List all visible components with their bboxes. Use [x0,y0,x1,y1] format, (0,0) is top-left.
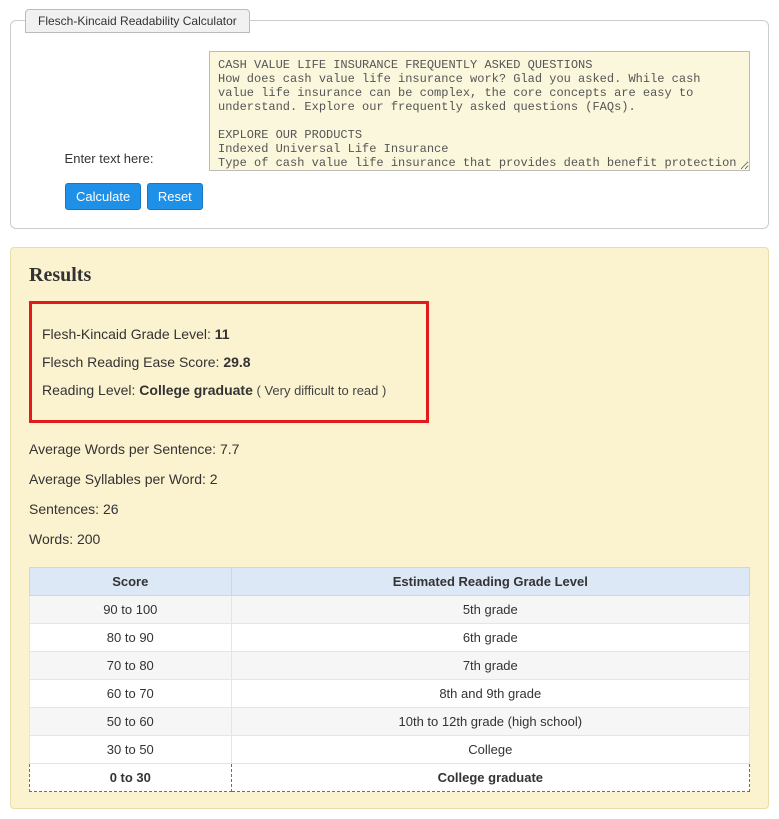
grade-level-value: 11 [215,326,230,342]
text-input[interactable]: CASH VALUE LIFE INSURANCE FREQUENTLY ASK… [209,51,750,171]
score-cell: 0 to 30 [30,764,232,792]
score-cell: 90 to 100 [30,596,232,624]
grade-cell: College graduate [231,764,749,792]
grade-cell: 7th grade [231,652,749,680]
grade-level-line: Flesh-Kincaid Grade Level: 11 [42,326,416,342]
avg-words-line: Average Words per Sentence: 7.7 [29,441,750,457]
score-cell: 60 to 70 [30,680,232,708]
results-title: Results [29,264,750,287]
table-row: 70 to 807th grade [30,652,750,680]
avg-syll-line: Average Syllables per Word: 2 [29,471,750,487]
ease-score-line: Flesch Reading Ease Score: 29.8 [42,354,416,370]
grade-header: Estimated Reading Grade Level [231,568,749,596]
score-cell: 80 to 90 [30,624,232,652]
score-cell: 70 to 80 [30,652,232,680]
ease-score-label: Flesch Reading Ease Score: [42,354,223,370]
table-row: 50 to 6010th to 12th grade (high school) [30,708,750,736]
words-label: Words: [29,531,77,547]
table-row: 90 to 1005th grade [30,596,750,624]
reading-level-label: Reading Level: [42,382,139,398]
avg-syll-label: Average Syllables per Word: [29,471,210,487]
sentences-line: Sentences: 26 [29,501,750,517]
grade-level-table: Score Estimated Reading Grade Level 90 t… [29,567,750,792]
table-row: 30 to 50College [30,736,750,764]
results-highlight-box: Flesh-Kincaid Grade Level: 11 Flesch Rea… [29,301,429,423]
ease-score-value: 29.8 [223,354,250,370]
grade-cell: 6th grade [231,624,749,652]
results-panel: Results Flesh-Kincaid Grade Level: 11 Fl… [10,247,769,809]
score-header: Score [30,568,232,596]
button-row: Calculate Reset [65,183,750,210]
input-label: Enter text here: [29,51,189,166]
reading-level-line: Reading Level: College graduate ( Very d… [42,382,416,398]
grade-cell: College [231,736,749,764]
table-body: 90 to 1005th grade80 to 906th grade70 to… [30,596,750,792]
table-row: 60 to 708th and 9th grade [30,680,750,708]
grade-cell: 5th grade [231,596,749,624]
sentences-label: Sentences: [29,501,103,517]
avg-syll-value: 2 [210,471,218,487]
score-cell: 30 to 50 [30,736,232,764]
reading-level-note: ( Very difficult to read ) [253,383,386,398]
panel-tab: Flesch-Kincaid Readability Calculator [25,9,250,33]
grade-cell: 8th and 9th grade [231,680,749,708]
table-row: 0 to 30College graduate [30,764,750,792]
calculator-panel: Flesch-Kincaid Readability Calculator En… [10,20,769,229]
calculate-button[interactable]: Calculate [65,183,141,210]
grade-cell: 10th to 12th grade (high school) [231,708,749,736]
input-row: Enter text here: CASH VALUE LIFE INSURAN… [29,51,750,171]
score-cell: 50 to 60 [30,708,232,736]
table-header-row: Score Estimated Reading Grade Level [30,568,750,596]
sentences-value: 26 [103,501,119,517]
avg-words-value: 7.7 [220,441,239,457]
words-line: Words: 200 [29,531,750,547]
table-row: 80 to 906th grade [30,624,750,652]
avg-words-label: Average Words per Sentence: [29,441,220,457]
grade-level-label: Flesh-Kincaid Grade Level: [42,326,215,342]
reset-button[interactable]: Reset [147,183,203,210]
words-value: 200 [77,531,100,547]
reading-level-value: College graduate [139,382,253,398]
